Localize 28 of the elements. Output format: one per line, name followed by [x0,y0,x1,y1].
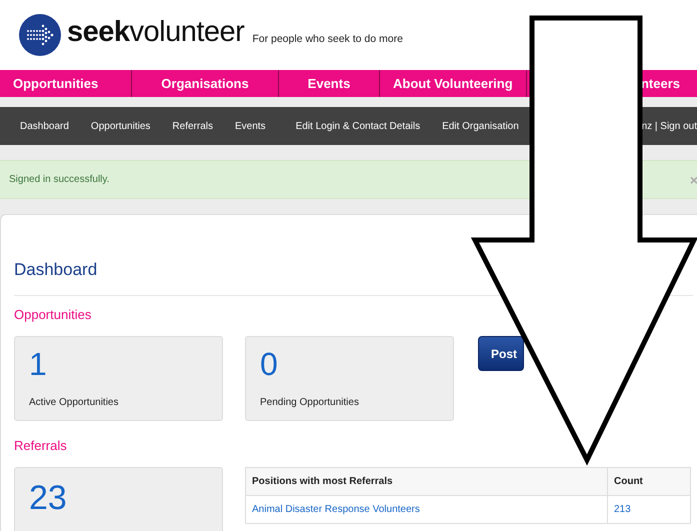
alert-message: Signed in successfully. [9,174,110,185]
nav-link[interactable]: Events [234,120,266,132]
nav-link[interactable]: Edit Organisation [442,120,519,132]
nav-link[interactable]: Dashboard [20,120,69,132]
table-link[interactable]: 213 [614,504,631,515]
nav-link[interactable]: nz | Sign out [642,120,697,132]
nav-link[interactable]: Opportunities [0,70,132,97]
stat-label: Pending Opportunities [260,397,360,408]
nav-link[interactable]: Edit Login & Contact Details [296,120,420,132]
stat-value: 1 [29,346,48,382]
column-header: Count [608,468,690,496]
section-heading: Opportunities [14,307,92,322]
section-heading: Referrals [14,438,68,453]
stat-label: Active Opportunities [29,397,120,408]
logo-text: seekvolunteer [67,16,244,48]
nav-link[interactable]: Opportunities [90,120,150,132]
nav-link[interactable]: Events [279,70,380,97]
stat-value: 0 [260,346,279,382]
nav-link[interactable]: About Volunteering [380,70,527,97]
column-header: Positions with most Referrals [246,468,608,496]
nav-link[interactable]: nteers [640,70,697,97]
post-button[interactable]: Post [478,336,524,371]
nav-link[interactable]: Organisations [132,70,279,97]
page-title: Dashboard [14,260,98,280]
nav-link[interactable]: Referrals [172,120,213,132]
stat-value: 23 [29,480,68,516]
table-link[interactable]: Animal Disaster Response Volunteers [252,504,420,515]
tagline: For people who seek to do more [252,33,403,45]
